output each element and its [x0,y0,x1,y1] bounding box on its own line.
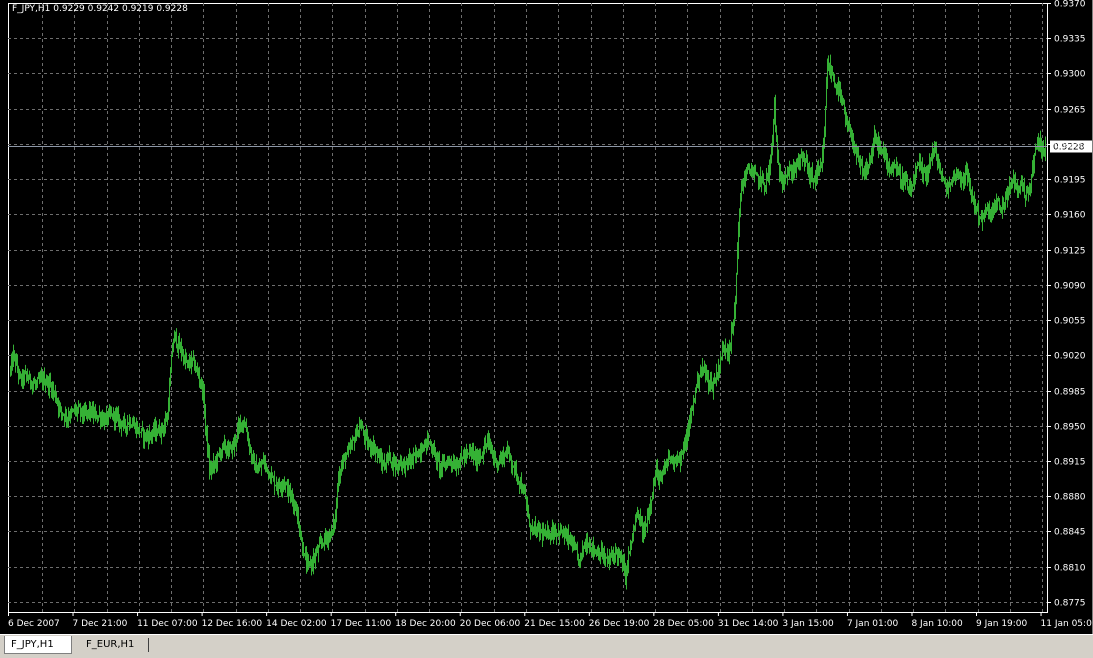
x-tick-label: 17 Dec 11:00 [331,619,392,629]
y-tick-label: 0.9370 [1054,0,1086,10]
x-tick-label: 7 Jan 01:00 [847,619,899,629]
y-tick-label: 0.9020 [1054,352,1086,362]
y-tick-label: 0.9090 [1054,282,1086,292]
y-tick-label: 0.9055 [1054,317,1086,327]
y-tick-label: 0.9335 [1054,35,1086,45]
symbol-ohlc-info: F_JPY,H1 0.9229 0.9242 0.9219 0.9228 [12,4,188,14]
x-tick-label: 11 Jan 05:00 [1041,619,1092,629]
tab-divider [148,638,149,652]
x-tick-label: 6 Dec 2007 [8,619,60,629]
y-tick-label: 0.8950 [1054,423,1086,433]
x-tick-label: 26 Dec 19:00 [589,619,650,629]
y-tick-label: 0.9300 [1054,70,1086,80]
price-chart[interactable]: 0.9228 0.93700.93350.93000.92650.92300.9… [0,0,1092,634]
x-tick-label: 21 Dec 15:00 [524,619,585,629]
x-tick-label: 14 Dec 02:00 [266,619,327,629]
tab-f-jpy-h1[interactable]: F_JPY,H1 [4,636,72,654]
current-price-line: 0.9228 [8,140,1092,153]
y-tick-label: 0.9125 [1054,247,1086,257]
y-tick-label: 0.8775 [1054,599,1086,609]
tab-f-eur-h1[interactable]: F_EUR,H1 [80,636,144,654]
x-tick-label: 3 Jan 15:00 [782,619,834,629]
x-tick-label: 18 Dec 20:00 [395,619,456,629]
y-tick-label: 0.8880 [1054,493,1086,503]
y-tick-label: 0.8845 [1054,528,1086,538]
time-axis[interactable]: 6 Dec 2007 7 Dec 21:00 11 Dec 07:00 12 Dec … [8,612,1092,629]
y-tick-label: 0.8915 [1054,458,1086,468]
x-tick-label: 31 Dec 14:00 [718,619,779,629]
chart-grid [8,3,1048,613]
price-bars [10,54,1046,590]
y-tick-label: 0.9265 [1054,106,1086,116]
x-tick-label: 11 Dec 07:00 [137,619,198,629]
chart-tab-bar: F_JPY,H1 F_EUR,H1 [0,634,1093,658]
y-tick-label: 0.9195 [1054,176,1086,186]
y-tick-label: 0.9160 [1054,211,1086,221]
chart-window[interactable]: 0.9228 0.9370 0.9335 0.9300 0.9265 0.9230 0.9… [0,0,1093,634]
x-tick-label: 7 Dec 21:00 [73,619,128,629]
y-tick-label: 0.8985 [1054,388,1086,398]
plot-frame [8,3,1048,613]
x-tick-label: 8 Jan 10:00 [911,619,963,629]
y-tick-label: 0.8810 [1054,564,1086,574]
x-tick-label: 9 Jan 19:00 [976,619,1028,629]
y-tick-label: 0.9230 [1054,141,1086,151]
x-tick-label: 20 Dec 06:00 [460,619,521,629]
x-tick-label: 28 Dec 05:00 [653,619,714,629]
app-window: 0.9228 0.9370 0.9335 0.9300 0.9265 0.9230 0.9… [0,0,1093,658]
x-tick-label: 12 Dec 16:00 [202,619,263,629]
price-axis[interactable]: 0.9370 0.9335 0.9300 0.9265 0.9230 0.9195 0.91… [1047,0,1086,609]
